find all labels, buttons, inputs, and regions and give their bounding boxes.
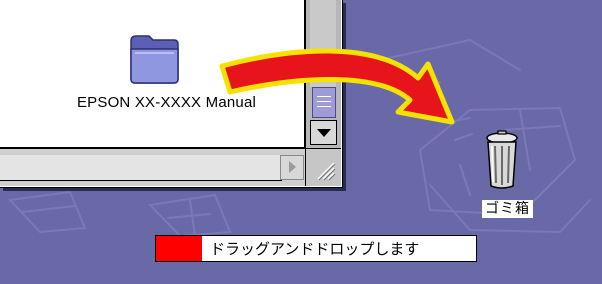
resize-grow-box[interactable] <box>305 148 341 186</box>
scroll-down-button[interactable] <box>310 120 337 145</box>
grow-box-icon <box>317 162 336 181</box>
folder-name[interactable]: EPSON XX-XXXX Manual <box>0 94 305 111</box>
triangle-right-icon <box>289 161 296 173</box>
vertical-scrollbar[interactable] <box>305 0 341 148</box>
triangle-down-icon <box>317 129 331 137</box>
vertical-scroll-thumb[interactable] <box>312 87 336 118</box>
horizontal-scrollbar[interactable] <box>0 148 305 186</box>
desktop: EPSON XX-XXXX Manual ゴミ箱 ドラッグアンドドロップします <box>0 0 602 284</box>
thumb-grip-line <box>317 96 331 97</box>
instruction-caption: ドラッグアンドドロップします <box>155 235 477 262</box>
trash-label[interactable]: ゴミ箱 <box>482 200 533 218</box>
caption-text: ドラッグアンドドロップします <box>210 240 420 258</box>
scroll-right-button[interactable] <box>280 155 304 180</box>
vertical-scroll-track[interactable] <box>310 0 336 87</box>
finder-window: EPSON XX-XXXX Manual <box>0 0 343 188</box>
caption-red-swatch <box>156 236 202 261</box>
window-content: EPSON XX-XXXX Manual <box>0 0 305 148</box>
horizontal-scroll-track[interactable] <box>0 155 282 181</box>
folder-icon[interactable] <box>125 27 183 87</box>
thumb-grip-line <box>317 101 331 102</box>
thumb-grip-line <box>317 106 331 107</box>
trash-can-icon[interactable] <box>480 128 524 194</box>
